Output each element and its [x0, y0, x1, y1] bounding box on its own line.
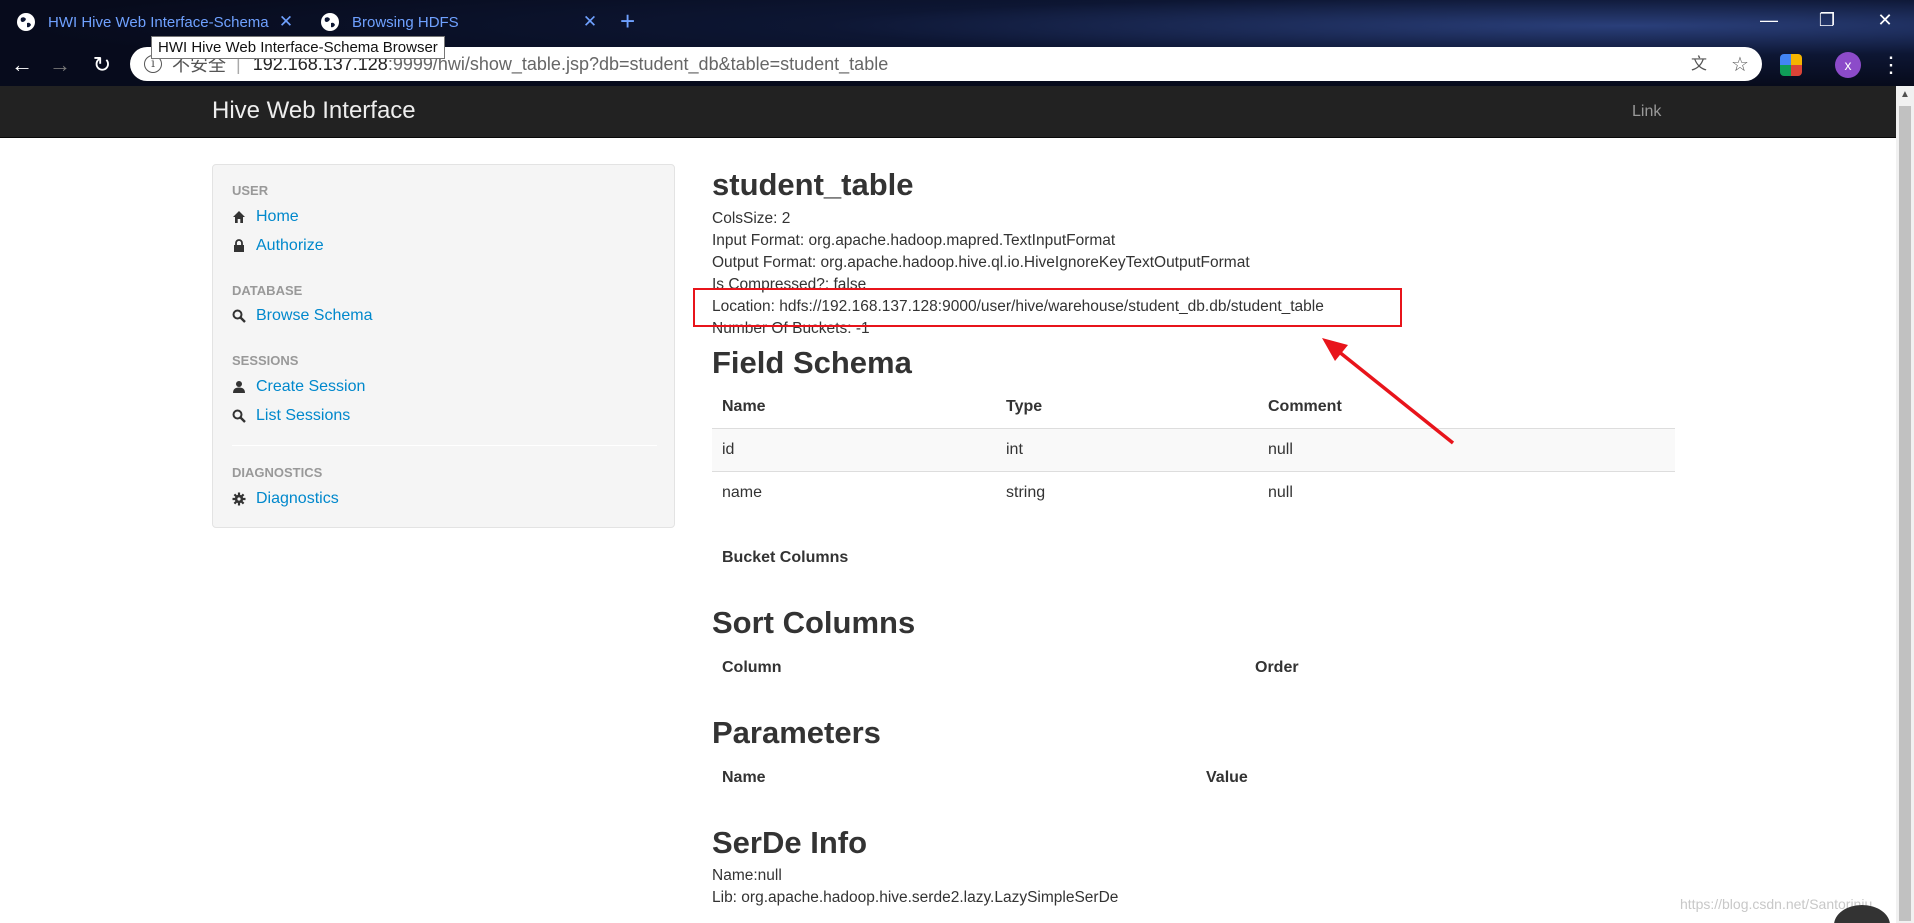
- column-header-order: Order: [1255, 659, 1299, 676]
- sidebar-header-sessions: SESSIONS: [232, 353, 299, 368]
- tab-title: Browsing HDFS: [352, 13, 459, 31]
- sidebar-item-label: Diagnostics: [256, 490, 339, 507]
- menu-icon[interactable]: ⋮: [1880, 50, 1902, 80]
- column-header-name: Name: [722, 769, 766, 786]
- close-window-icon[interactable]: ✕: [1856, 4, 1914, 36]
- table-cell: name: [722, 484, 763, 501]
- scroll-up-icon[interactable]: ▲: [1896, 86, 1914, 103]
- home-icon: [233, 211, 245, 223]
- sort-columns-heading: Sort Columns: [712, 605, 916, 640]
- translate-icon[interactable]: ⽂: [1686, 52, 1712, 78]
- table-cell: string: [1006, 484, 1046, 501]
- forward-icon[interactable]: →: [46, 52, 74, 80]
- sidebar-divider: [232, 445, 657, 446]
- table-cell: null: [1268, 441, 1293, 458]
- sidebar-header-database: DATABASE: [232, 283, 303, 298]
- user-icon: [233, 381, 245, 393]
- sidebar-header-user: USER: [232, 183, 269, 198]
- sidebar-item-browse-schema[interactable]: Browse Schema: [232, 307, 373, 325]
- globe-icon: [17, 13, 35, 31]
- bucket-columns-heading: Bucket Columns: [722, 549, 849, 566]
- minimize-icon[interactable]: —: [1740, 4, 1798, 36]
- profile-avatar[interactable]: x: [1835, 52, 1861, 78]
- scroll-thumb[interactable]: [1899, 106, 1911, 921]
- field-schema-heading: Field Schema: [712, 345, 912, 380]
- sidebar: USER Home Authorize DATABASE Browse Sche…: [212, 164, 675, 528]
- sidebar-item-label: Create Session: [256, 378, 366, 395]
- globe-icon: [321, 13, 339, 31]
- top-navbar: Hive Web Interface Link: [0, 86, 1896, 138]
- table-cell: int: [1006, 441, 1023, 458]
- table-divider: [712, 471, 1675, 472]
- serde-info-heading: SerDe Info: [712, 825, 868, 860]
- sidebar-item-diagnostics[interactable]: Diagnostics: [232, 490, 339, 508]
- scrollbar[interactable]: ▲: [1896, 86, 1914, 923]
- parameters-heading: Parameters: [712, 715, 881, 750]
- star-icon[interactable]: ☆: [1727, 52, 1753, 78]
- sidebar-item-create-session[interactable]: Create Session: [232, 378, 365, 396]
- tab-title: HWI Hive Web Interface-Schema Browser: [48, 13, 272, 31]
- new-tab-button[interactable]: +: [620, 6, 635, 36]
- gear-icon: [232, 492, 246, 506]
- back-icon[interactable]: ←: [8, 52, 36, 80]
- lock-icon: [234, 239, 244, 252]
- reload-icon[interactable]: ↻: [88, 52, 116, 80]
- annotation-arrow-icon: [1322, 338, 1455, 445]
- serde-lib: Lib: org.apache.hadoop.hive.serde2.lazy.…: [712, 889, 1119, 906]
- search-icon: [232, 409, 246, 423]
- sidebar-item-label: List Sessions: [256, 407, 351, 424]
- url-path: :9999/hwi/show_table.jsp?db=student_db&t…: [387, 53, 889, 74]
- sidebar-item-authorize[interactable]: Authorize: [232, 237, 324, 255]
- brand-link[interactable]: Hive Web Interface: [212, 97, 416, 125]
- annotation-highlight-box: [693, 288, 1402, 327]
- tab-browsing-hdfs[interactable]: Browsing HDFS ✕: [304, 6, 604, 38]
- property-cols-size: ColsSize: 2: [712, 210, 791, 227]
- sidebar-item-label: Home: [256, 208, 299, 225]
- column-header-name: Name: [722, 398, 766, 415]
- column-header-column: Column: [722, 659, 782, 676]
- navbar-link[interactable]: Link: [1632, 103, 1661, 121]
- restore-icon[interactable]: ❐: [1798, 4, 1856, 36]
- column-header-type: Type: [1006, 398, 1043, 415]
- sidebar-item-list-sessions[interactable]: List Sessions: [232, 407, 350, 425]
- property-input-format: Input Format: org.apache.hadoop.mapred.T…: [712, 232, 1116, 249]
- tab-hwi-schema-browser[interactable]: HWI Hive Web Interface-Schema Browser ✕: [0, 6, 300, 38]
- column-header-value: Value: [1206, 769, 1248, 786]
- search-icon: [232, 309, 246, 323]
- sidebar-item-label: Browse Schema: [256, 307, 373, 324]
- tab-tooltip: HWI Hive Web Interface-Schema Browser: [151, 36, 445, 59]
- extension-icon[interactable]: [1780, 54, 1802, 76]
- table-row: [712, 429, 1675, 472]
- close-icon[interactable]: ✕: [576, 12, 604, 32]
- close-icon[interactable]: ✕: [272, 12, 300, 32]
- property-output-format: Output Format: org.apache.hadoop.hive.ql…: [712, 254, 1250, 271]
- sidebar-header-diagnostics: DIAGNOSTICS: [232, 465, 323, 480]
- table-cell: null: [1268, 484, 1293, 501]
- page-title: student_table: [712, 167, 914, 202]
- serde-name: Name:null: [712, 867, 782, 884]
- table-cell: id: [722, 441, 735, 458]
- sidebar-item-label: Authorize: [256, 237, 324, 254]
- sidebar-item-home[interactable]: Home: [232, 208, 299, 226]
